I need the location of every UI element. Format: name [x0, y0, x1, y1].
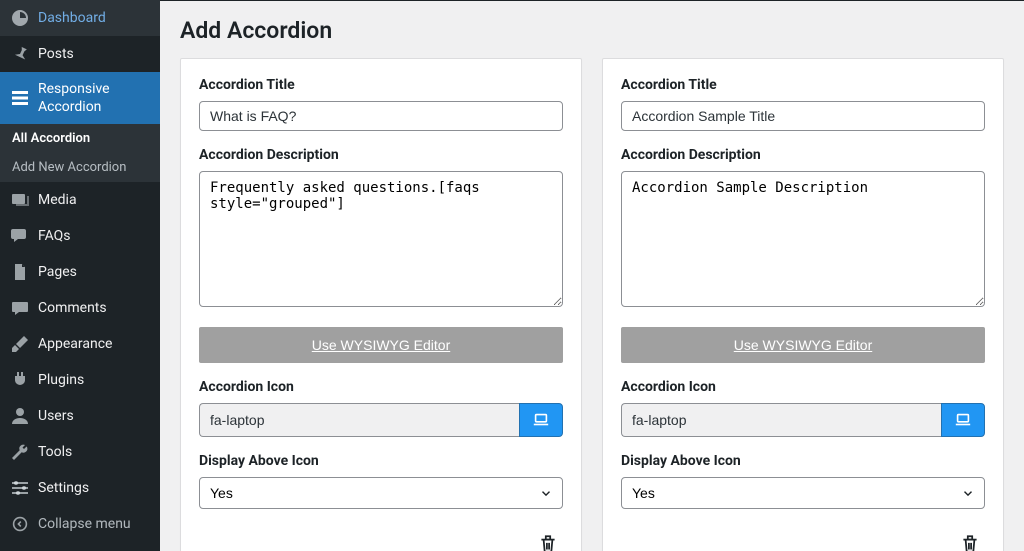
- sidebar-submenu: All Accordion Add New Accordion: [0, 124, 160, 182]
- pin-icon: [10, 44, 30, 64]
- sidebar-item-responsive-accordion[interactable]: Responsive Accordion: [0, 72, 160, 124]
- sidebar-item-label: Responsive Accordion: [38, 80, 150, 116]
- accordion-card: Accordion Title Accordion Description Ac…: [602, 58, 1004, 551]
- collapse-icon: [10, 514, 30, 534]
- accordion-description-textarea[interactable]: Accordion Sample Description: [621, 171, 985, 307]
- dashboard-icon: [10, 8, 30, 28]
- collapse-label: Collapse menu: [38, 515, 150, 533]
- admin-sidebar: Dashboard Posts Responsive Accordion All…: [0, 0, 160, 551]
- sidebar-item-settings[interactable]: Settings: [0, 470, 160, 506]
- delete-card-button[interactable]: [955, 529, 985, 551]
- sidebar-item-label: Plugins: [38, 371, 150, 389]
- display-above-select[interactable]: Yes: [621, 477, 985, 509]
- sidebar-item-faqs[interactable]: FAQs: [0, 218, 160, 254]
- submenu-item-add-new-accordion[interactable]: Add New Accordion: [0, 153, 160, 182]
- main-content: Add Accordion Accordion Title Accordion …: [160, 0, 1024, 551]
- sidebar-item-posts[interactable]: Posts: [0, 36, 160, 72]
- laptop-icon: [954, 411, 972, 429]
- title-label: Accordion Title: [199, 77, 563, 93]
- sidebar-item-comments[interactable]: Comments: [0, 290, 160, 326]
- comment-icon: [10, 298, 30, 318]
- sidebar-item-label: Appearance: [38, 335, 150, 353]
- sidebar-item-tools[interactable]: Tools: [0, 434, 160, 470]
- sidebar-item-label: Media: [38, 191, 150, 209]
- display-above-label: Display Above Icon: [199, 453, 563, 469]
- user-icon: [10, 406, 30, 426]
- accordion-card: Accordion Title Accordion Description Fr…: [180, 58, 582, 551]
- collapse-menu[interactable]: Collapse menu: [0, 506, 160, 542]
- wrench-icon: [10, 442, 30, 462]
- sidebar-item-label: Settings: [38, 479, 150, 497]
- icon-label: Accordion Icon: [621, 379, 985, 395]
- accordion-title-input[interactable]: [199, 101, 563, 131]
- sidebar-item-label: Pages: [38, 263, 150, 281]
- use-wysiwyg-button[interactable]: Use WYSIWYG Editor: [199, 327, 563, 363]
- title-label: Accordion Title: [621, 77, 985, 93]
- page-icon: [10, 262, 30, 282]
- description-label: Accordion Description: [621, 147, 985, 163]
- laptop-icon: [532, 411, 550, 429]
- comments-icon: [10, 226, 30, 246]
- sidebar-item-label: FAQs: [38, 227, 150, 245]
- sidebar-item-label: Posts: [38, 45, 150, 63]
- accordion-title-input[interactable]: [621, 101, 985, 131]
- sidebar-item-appearance[interactable]: Appearance: [0, 326, 160, 362]
- trash-icon: [537, 533, 559, 551]
- accordion-icon-input[interactable]: [621, 403, 941, 437]
- display-above-select[interactable]: Yes: [199, 477, 563, 509]
- trash-icon: [959, 533, 981, 551]
- sidebar-item-media[interactable]: Media: [0, 182, 160, 218]
- submenu-item-all-accordion[interactable]: All Accordion: [0, 124, 160, 153]
- icon-picker-button[interactable]: [941, 403, 985, 437]
- use-wysiwyg-button[interactable]: Use WYSIWYG Editor: [621, 327, 985, 363]
- sidebar-item-label: Dashboard: [38, 9, 150, 27]
- delete-card-button[interactable]: [533, 529, 563, 551]
- icon-label: Accordion Icon: [199, 379, 563, 395]
- media-icon: [10, 190, 30, 210]
- sliders-icon: [10, 478, 30, 498]
- description-label: Accordion Description: [199, 147, 563, 163]
- sidebar-item-label: Comments: [38, 299, 150, 317]
- brush-icon: [10, 334, 30, 354]
- accordion-icon: [10, 88, 30, 108]
- accordion-cards: Accordion Title Accordion Description Fr…: [180, 58, 1004, 551]
- plug-icon: [10, 370, 30, 390]
- sidebar-item-label: Users: [38, 407, 150, 425]
- icon-picker-button[interactable]: [519, 403, 563, 437]
- page-title: Add Accordion: [180, 17, 1004, 44]
- sidebar-item-pages[interactable]: Pages: [0, 254, 160, 290]
- sidebar-item-dashboard[interactable]: Dashboard: [0, 0, 160, 36]
- sidebar-item-plugins[interactable]: Plugins: [0, 362, 160, 398]
- accordion-description-textarea[interactable]: Frequently asked questions.[faqs style="…: [199, 171, 563, 307]
- sidebar-item-label: Tools: [38, 443, 150, 461]
- sidebar-item-users[interactable]: Users: [0, 398, 160, 434]
- display-above-label: Display Above Icon: [621, 453, 985, 469]
- accordion-icon-input[interactable]: [199, 403, 519, 437]
